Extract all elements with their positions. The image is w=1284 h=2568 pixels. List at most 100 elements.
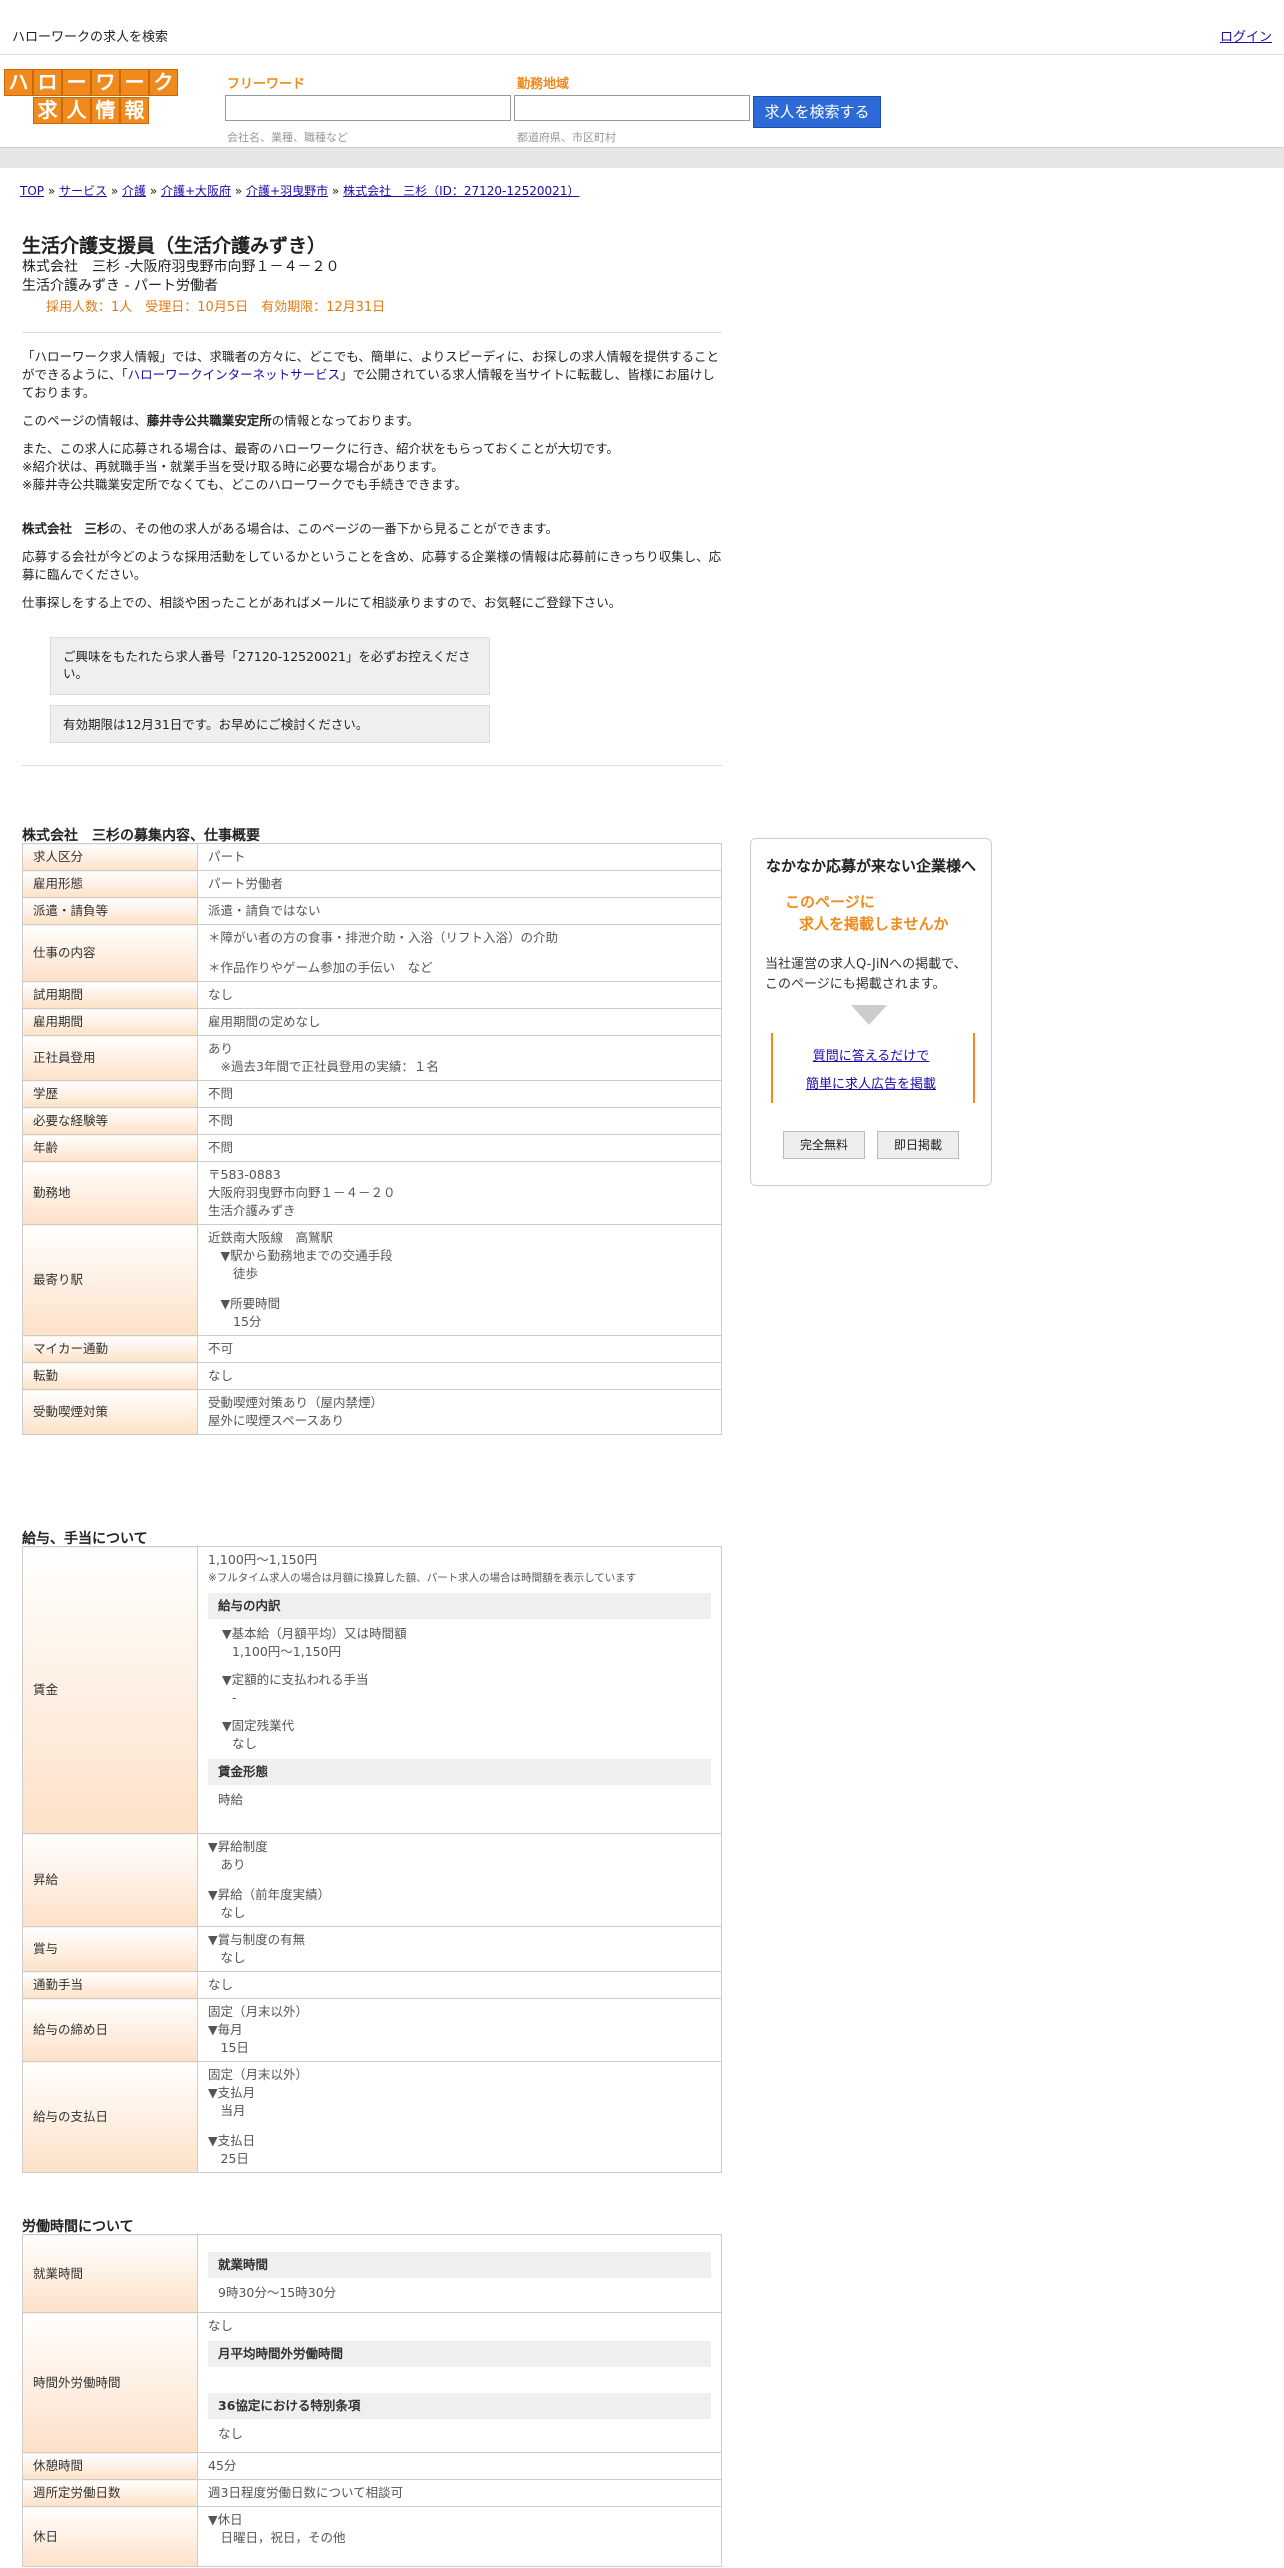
- apply-note: ※紹介状は、再就職手当・就業手当を受け取る時に必要な場合があります。: [22, 459, 444, 474]
- value-line: [208, 947, 711, 959]
- row-value: ＊障がい者の方の食事・排泄介助・入浴（リフト入浴）の介助 ＊作品作りやゲーム参加の…: [197, 924, 722, 982]
- row-label: マイカー通勤: [22, 1335, 198, 1363]
- value-line: なし: [208, 1977, 234, 1992]
- logo-char: 求: [33, 97, 62, 124]
- search-button[interactable]: 求人を検索する: [753, 96, 881, 128]
- row-value: なし 月平均時間外労働時間 36協定における特別条項 なし: [197, 2312, 722, 2453]
- breadcrumb-care-habikino[interactable]: 介護+羽曳野市: [246, 184, 328, 198]
- row-label: 賃金: [22, 1546, 198, 1834]
- ad-link-post-ad[interactable]: 簡単に求人広告を掲載: [751, 1073, 991, 1092]
- row-label: 週所定労働日数: [22, 2479, 198, 2507]
- work-hours-heading: 就業時間: [208, 2251, 711, 2278]
- row-label: 雇用期間: [22, 1008, 198, 1036]
- row-value: 受動喫煙対策あり（屋内禁煙） 屋外に喫煙スペースあり: [197, 1389, 722, 1435]
- job-header: 生活介護支援員（生活介護みずき） 株式会社 三杉 -大阪府羽曳野市向野１－４－２…: [22, 234, 722, 315]
- area-input[interactable]: [514, 95, 750, 121]
- row-label: 休憩時間: [22, 2452, 198, 2480]
- value-line: なし: [208, 1368, 234, 1383]
- row-label: 正社員登用: [22, 1035, 198, 1081]
- apply-text: また、この求人に応募される場合は、最寄のハローワークに行き、紹介状をもらっておく…: [22, 441, 619, 456]
- value-line: 〒583-0883: [208, 1167, 281, 1182]
- apply-note: ※藤井寺公共職業安定所でなくても、どこのハローワークでも手続きできます。: [22, 477, 467, 492]
- row-value: ▼賞与制度の有無 なし: [197, 1926, 722, 1972]
- row-label: 就業時間: [22, 2234, 198, 2313]
- value-line: ▼昇給制度: [208, 1839, 268, 1854]
- free-badge-button[interactable]: 完全無料: [783, 1131, 865, 1159]
- logo-char: ワ: [91, 69, 120, 96]
- breadcrumb: TOP » サービス » 介護 » 介護+大阪府 » 介護+羽曳野市 » 株式会…: [20, 182, 579, 199]
- table-row: 賃金 1,100円〜1,150円 ※フルタイム求人の場合は月額に換算した額、パー…: [22, 1546, 722, 1834]
- ad-orange-line1: このページに: [785, 893, 875, 911]
- table-row: 学歴 不問: [22, 1080, 722, 1108]
- row-label: 昇給: [22, 1833, 198, 1927]
- row-value: 週3日程度労働日数について相談可: [197, 2479, 722, 2507]
- breadcrumb-top[interactable]: TOP: [20, 184, 44, 198]
- row-label: 年齢: [22, 1134, 198, 1162]
- value-line: 受動喫煙対策あり（屋内禁煙）: [208, 1395, 384, 1410]
- keyword-label: フリーワード: [227, 77, 306, 92]
- row-value: 近鉄南大阪線 高鷲駅 ▼駅から勤務地までの交通手段 徒歩 ▼所要時間 15分: [197, 1224, 722, 1336]
- job-meta: 採用人数：1人 受理日：10月5日 有効期限：12月31日: [46, 300, 386, 315]
- divider: [22, 765, 722, 766]
- wage-type-heading: 賃金形態: [208, 1759, 711, 1785]
- value-line: [208, 1874, 711, 1886]
- value-line: [208, 2120, 711, 2132]
- ad-bracket: [771, 1033, 975, 1103]
- table-row: 通勤手当 なし: [22, 1971, 722, 1999]
- holiday-label: ▼休日: [208, 2512, 243, 2527]
- section-salary-title: 給与、手当について: [22, 1531, 148, 1547]
- breadcrumb-care-osaka[interactable]: 介護+大阪府: [161, 184, 231, 198]
- row-value: なし: [197, 1971, 722, 1999]
- keyword-input[interactable]: [225, 95, 511, 121]
- row-value: 不可: [197, 1335, 722, 1363]
- value-line: ＊障がい者の方の食事・排泄介助・入浴（リフト入浴）の介助: [208, 930, 559, 945]
- table-row: 賞与 ▼賞与制度の有無 なし: [22, 1926, 722, 1972]
- down-arrow-icon: [851, 1005, 887, 1025]
- table-row: 必要な経験等 不問: [22, 1107, 722, 1135]
- ad-link-answer-questions[interactable]: 質問に答えるだけで: [751, 1045, 991, 1064]
- value-line: あり: [208, 1857, 246, 1872]
- table-row: 給与の締め日 固定（月末以外） ▼毎月 15日: [22, 1998, 722, 2062]
- overtime-average-heading: 月平均時間外労働時間: [208, 2341, 711, 2367]
- table-row: 週所定労働日数 週3日程度労働日数について相談可: [22, 2479, 722, 2507]
- table-row: 年齢 不問: [22, 1134, 722, 1162]
- holiday-value: 日曜日，祝日，その他: [208, 2530, 346, 2545]
- value-line: パート労働者: [208, 876, 284, 891]
- same-day-badge-button[interactable]: 即日掲載: [877, 1131, 959, 1159]
- table-row: 時間外労働時間 なし 月平均時間外労働時間 36協定における特別条項 なし: [22, 2312, 722, 2453]
- table-row: 派遣・請負等 派遣・請負ではない: [22, 897, 722, 925]
- logo-char: ハ: [4, 69, 33, 96]
- row-label: 給与の支払日: [22, 2061, 198, 2173]
- office-name: 藤井寺公共職業安定所: [146, 413, 272, 428]
- hours-table: 就業時間 就業時間 9時30分〜15時30分 時間外労働時間 なし 月平均時間外…: [22, 2234, 722, 2567]
- office-text: このページの情報は、: [22, 413, 147, 428]
- logo-char: ー: [62, 69, 91, 96]
- row-value: ▼昇給制度 あり ▼昇給（前年度実績） なし: [197, 1833, 722, 1927]
- office-text: の情報となっております。: [271, 413, 420, 428]
- employer-ad-box: なかなか応募が来ない企業様へ このページに 求人を掲載しませんか 当社運営の求人…: [750, 838, 992, 1186]
- ad-heading: なかなか応募が来ない企業様へ: [765, 857, 976, 875]
- hellowork-internet-link[interactable]: ハローワークインターネットサービス: [128, 367, 341, 382]
- section-hours-title: 労働時間について: [22, 2219, 134, 2235]
- value-line: [208, 1283, 711, 1295]
- value-line: なし: [208, 987, 234, 1002]
- value-line: ▼支払日: [208, 2133, 256, 2148]
- value-line: 派遣・請負ではない: [208, 903, 321, 918]
- breadcrumb-care[interactable]: 介護: [122, 184, 146, 198]
- row-value: なし: [197, 1362, 722, 1390]
- value-line: ▼賞与制度の有無: [208, 1932, 306, 1947]
- breadcrumb-service[interactable]: サービス: [59, 184, 107, 198]
- header-divider: [0, 147, 1284, 168]
- wage-breakdown-heading: 給与の内訳: [208, 1593, 711, 1619]
- value-line: パート: [208, 849, 246, 864]
- hellowork-logo[interactable]: ハ ロ ー ワ ー ク 求 人 情 報: [4, 69, 180, 127]
- table-row: 試用期間 なし: [22, 981, 722, 1009]
- breadcrumb-sep: »: [107, 184, 122, 198]
- table-row: 勤務地 〒583-0883 大阪府羽曳野市向野１－４－２０ 生活介護みずき: [22, 1161, 722, 1225]
- login-link[interactable]: ログイン: [1220, 26, 1272, 45]
- row-value: 1,100円〜1,150円 ※フルタイム求人の場合は月額に換算した額、パート求人…: [197, 1546, 722, 1834]
- breadcrumb-company[interactable]: 株式会社 三杉（ID：27120-12520021）: [343, 184, 579, 198]
- row-value: あり ※過去3年間で正社員登用の実績：１名: [197, 1035, 722, 1081]
- fixed-allowance-value: -: [232, 1690, 237, 1705]
- wage-type-value: 時給: [218, 1792, 244, 1807]
